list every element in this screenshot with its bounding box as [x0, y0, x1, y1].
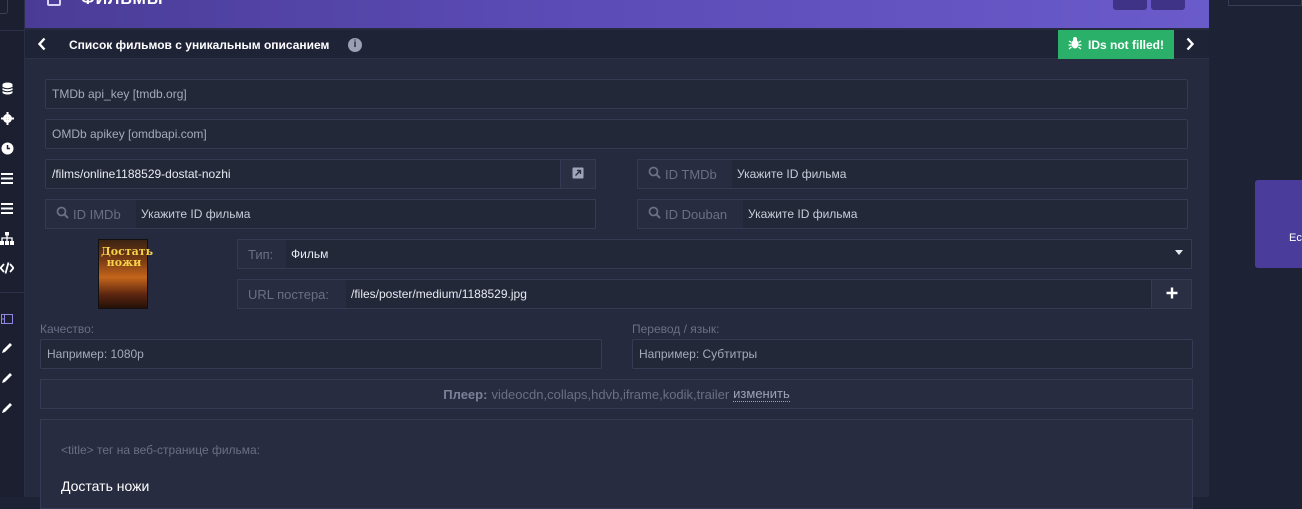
pencil-icon[interactable]: [0, 371, 14, 385]
type-select-value: Фильм: [291, 247, 329, 261]
poster-image: Достать ножи: [98, 239, 154, 309]
poster-title: Достать ножи: [101, 245, 154, 269]
id-tmdb-input[interactable]: Укажите ID фильма: [732, 159, 1188, 189]
id-tmdb-addon: ID TMDb: [637, 159, 733, 189]
poster-url-input[interactable]: /files/poster/medium/1188529.jpg: [346, 279, 1152, 309]
search-icon: [56, 206, 69, 222]
right-side-panel[interactable]: Ec: [1255, 180, 1302, 268]
clock-icon[interactable]: [0, 141, 14, 155]
status-badge-label: IDs not filled!: [1088, 37, 1164, 52]
id-douban-input[interactable]: Укажите ID фильма: [743, 199, 1188, 229]
right-top-control[interactable]: [1228, 0, 1302, 6]
pencil-icon[interactable]: [0, 341, 14, 355]
sitemap-icon[interactable]: [0, 231, 14, 245]
left-rail: [0, 0, 25, 497]
type-addon: Тип:: [237, 239, 287, 269]
caret-down-icon: [1175, 250, 1183, 255]
player-change-link[interactable]: изменить: [733, 386, 790, 402]
add-poster-button[interactable]: [1151, 279, 1192, 309]
url-path-input[interactable]: /films/online1188529-dostat-nozhi: [45, 159, 561, 189]
chevron-right-icon[interactable]: [1185, 37, 1195, 54]
status-badge[interactable]: IDs not filled!: [1058, 30, 1174, 59]
gear-icon[interactable]: [0, 111, 14, 125]
id-douban-label: ID Douban: [665, 206, 728, 222]
panel-header: ФИЛЬМЫ: [25, 0, 1209, 28]
plus-icon: [1166, 287, 1178, 302]
quality-input[interactable]: Например: 1080p: [40, 339, 602, 369]
pencil-icon[interactable]: [0, 401, 14, 415]
id-tmdb-label: ID TMDb: [665, 166, 717, 182]
bug-icon: [1068, 36, 1082, 53]
search-icon: [648, 166, 661, 182]
url-path-value: /films/online1188529-dostat-nozhi: [52, 167, 231, 181]
header-button[interactable]: [1113, 0, 1147, 10]
open-link-button[interactable]: [560, 159, 596, 189]
info-icon[interactable]: i: [348, 38, 362, 52]
type-select[interactable]: Фильм: [286, 239, 1192, 269]
poster-url-label: URL постера:: [248, 286, 330, 302]
films-icon: [47, 0, 61, 6]
header-button[interactable]: [1151, 0, 1185, 10]
search-icon: [648, 206, 661, 222]
translation-label: Перевод / язык:: [632, 322, 720, 336]
right-side-panel-text: Ec: [1289, 232, 1302, 244]
list-icon[interactable]: [0, 201, 14, 215]
page-title: ФИЛЬМЫ: [81, 0, 163, 9]
sub-header: Список фильмов с уникальным описанием i …: [25, 30, 1209, 59]
title-tag-input[interactable]: Достать ножи: [61, 478, 149, 494]
poster-url-addon: URL постера:: [237, 279, 347, 309]
translation-input[interactable]: Например: Субтитры: [632, 339, 1193, 369]
player-row: Плеер: videocdn,collaps,hdvb,iframe,kodi…: [40, 379, 1193, 409]
tmdb-api-key-input[interactable]: TMDb api_key [tmdb.org]: [45, 79, 1188, 109]
id-imdb-addon: ID IMDb: [45, 199, 137, 229]
title-tag-section: <title> тег на веб-странице фильма: Дост…: [40, 419, 1193, 509]
film-icon[interactable]: [0, 312, 14, 326]
omdb-api-key-input[interactable]: OMDb apikey [omdbapi.com]: [45, 119, 1188, 149]
external-link-icon: [572, 167, 584, 182]
type-label: Тип:: [248, 246, 274, 262]
rail-divider: [0, 30, 25, 31]
title-tag-label: <title> тег на веб-странице фильма:: [61, 443, 261, 457]
player-value: videocdn,collaps,hdvb,iframe,kodik,trail…: [491, 386, 730, 402]
section-title: Список фильмов с уникальным описанием: [69, 38, 330, 52]
id-imdb-input[interactable]: Укажите ID фильма: [136, 199, 596, 229]
code-icon[interactable]: [0, 261, 14, 275]
films-panel: ФИЛЬМЫ Список фильмов с уникальным описа…: [25, 0, 1209, 509]
rail-top-tab[interactable]: [0, 0, 8, 14]
quality-label: Качество:: [40, 322, 95, 336]
id-douban-addon: ID Douban: [637, 199, 744, 229]
list-icon[interactable]: [0, 171, 14, 185]
database-icon[interactable]: [0, 81, 14, 95]
player-label: Плеер:: [443, 386, 488, 402]
rail-divider: [0, 292, 25, 293]
chevron-left-icon[interactable]: [37, 37, 47, 54]
id-imdb-label: ID IMDb: [73, 206, 121, 222]
